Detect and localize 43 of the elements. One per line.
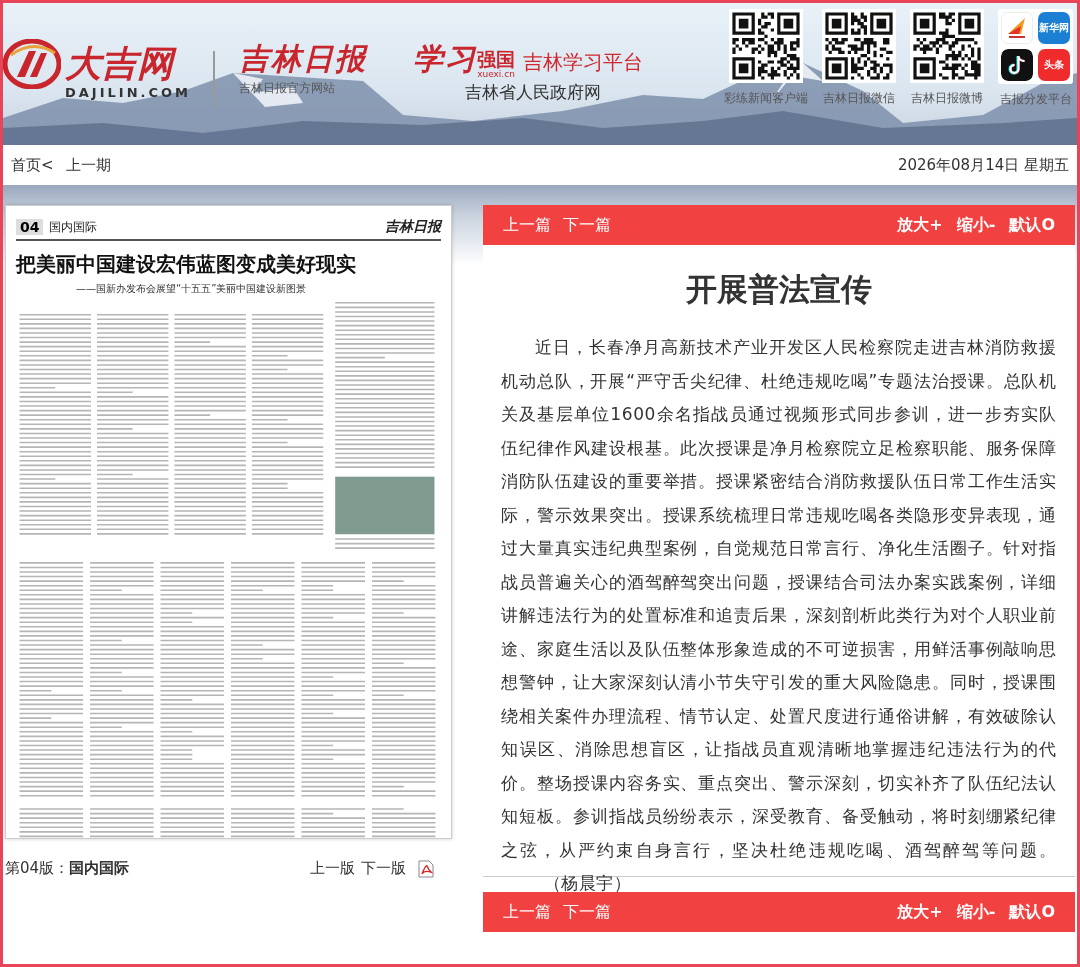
edition-nav-link[interactable]: 上一版 — [310, 859, 355, 878]
issue-date: 2026年08月14日 星期五 — [897, 155, 1069, 175]
newspaper-masthead: 吉林日报 — [385, 218, 441, 236]
xuexi-domain: xuexi.cn — [477, 69, 515, 79]
government-site-link[interactable]: 吉林省人民政府网 — [465, 83, 601, 101]
font-size-link[interactable]: 默认O — [1009, 901, 1055, 923]
edition-label: 第04版： — [5, 859, 70, 878]
newspaper-headline: 把美丽中国建设宏伟蓝图变成美好现实 — [16, 252, 357, 278]
edition-number: 04 — [16, 219, 44, 235]
article-nav-link[interactable]: 下一篇 — [563, 214, 611, 236]
xuexi-logo-text: 强国 — [477, 49, 515, 69]
article-body: 近日，长春净月高新技术产业开发区人民检察院走进吉林消防救援机动总队，开展“严守舌尖纪律、杜绝违规吃喝”专题法治授课。总队机关及基层单位1600余名指战员通过视频形式同步参训，进一步夯实队伍纪律作风建设根基。此次授课是净月检察院立足检察职能、服务保障消防队伍建设的重要举措。授课紧密结合消防救援队伍日常工作生活实际，警示效果突出。授课系统梳理日常违规吃喝各类隐形变异表现，通过大量真实违纪典型案例，自觉规范日常言行、净化生活圈子。针对指战员普遍关心的酒驾醉驾突出问题，授课结合司法办案实践案例，详细讲解违法行为的处置标准和追责后果，深刻剖析此类行为对个人职业前途、家庭生活以及队伍整体形象造成的不可逆损害，用鲜活事例敲响思想警钟，让大家深刻认清小节失守引发的重大风险隐患。同时，授课围绕相关案件办理流程、情节认定、处置尺度进行通俗讲解，有效破除认知误区、消除思想盲区，让指战员直观清晰地掌握违纪违法行为的代价。整场授课内容务实、重点突出、警示深刻，切实补齐了队伍纪法认知短板。参训指战员纷纷表示，深受教育、备受触动，将时刻绷紧纪律之弦，从严约束自身言行，坚决杜绝违规吃喝、酒驾醉驾等问题。 — [501, 337, 1057, 860]
newspaper-subtitle: ——国新办发布会展望“十五五”美丽中国建设新图景 — [76, 282, 308, 296]
newspaper-logo-text: 吉林日报 — [239, 40, 367, 78]
circle-logo-icon — [3, 39, 61, 89]
article-title: 开展普法宣传 — [685, 270, 873, 309]
qr-caption: 彩练新闻客户端 — [724, 90, 808, 107]
app-icon[interactable]: 新华网 — [1038, 12, 1070, 44]
music-note-icon[interactable] — [1001, 49, 1033, 81]
font-size-link[interactable]: 缩小- — [956, 901, 996, 923]
article-nav-link[interactable]: 下一篇 — [563, 901, 611, 923]
qr-caption: 吉林日报微信 — [823, 90, 895, 107]
platform-title: 吉林学习平台 — [523, 49, 643, 75]
font-size-link[interactable]: 缩小- — [956, 214, 996, 236]
font-size-link[interactable]: 放大+ — [897, 214, 943, 236]
qr-caption: 吉报分发平台 — [999, 91, 1072, 108]
article-nav-link[interactable]: 上一篇 — [503, 901, 551, 923]
app-icon[interactable] — [1001, 12, 1033, 44]
nav-link[interactable]: 首页< — [11, 155, 54, 175]
nav-link[interactable]: 上一期 — [65, 155, 111, 175]
article-nav-link[interactable]: 上一篇 — [503, 214, 551, 236]
xuexi-logo-text: 学习 — [413, 40, 477, 78]
edition-name: 国内国际 — [69, 859, 130, 878]
font-size-link[interactable]: 放大+ — [897, 901, 943, 923]
app-icon[interactable]: 头条 — [1038, 49, 1070, 81]
site-domain: DAJILIN.COM — [65, 85, 191, 100]
pdf-icon[interactable] — [418, 859, 434, 878]
newspaper-page[interactable]: 04 国内国际 吉林日报 把美丽中国建设宏伟蓝图变成美好现实 ——国新办发布会展望“十五五”美丽中国建设新图景 — [5, 205, 452, 839]
font-size-link[interactable]: 默认O — [1009, 214, 1055, 236]
section-name: 国内国际 — [49, 218, 98, 236]
qr-caption: 吉林日报微博 — [911, 90, 983, 107]
edition-nav-link[interactable]: 下一版 — [361, 859, 406, 878]
article-author: （杨晨宇） — [543, 873, 632, 893]
